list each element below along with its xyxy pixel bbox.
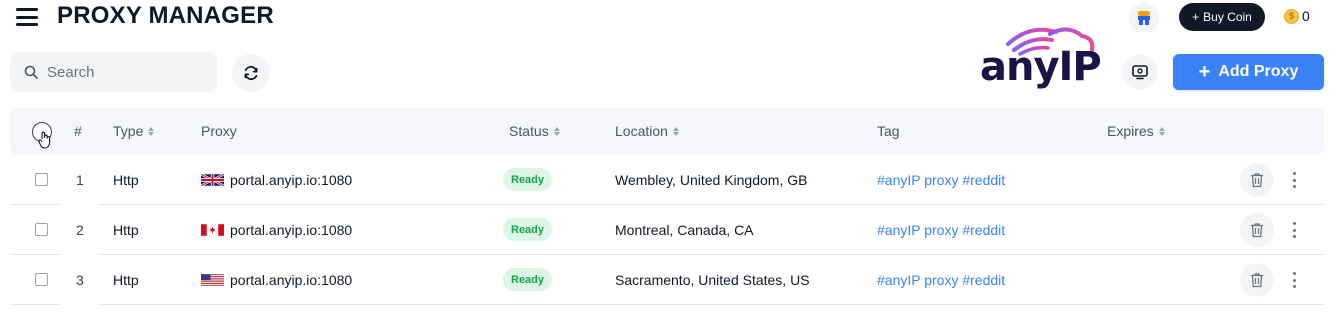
search-box[interactable] [10,52,217,92]
proxy-type: Http [113,172,139,188]
buy-coin-label: Buy Coin [1203,10,1252,24]
trash-icon [1251,273,1263,288]
sort-icon [553,126,560,136]
more-vertical-icon[interactable] [1290,170,1298,190]
sort-icon [672,126,679,136]
screen-button[interactable] [1122,54,1158,90]
us-flag-icon [201,274,224,286]
coin-count: 0 [1302,8,1310,24]
column-header-status[interactable]: Status [509,123,560,139]
delete-button[interactable] [1240,163,1274,197]
trash-icon [1251,223,1263,238]
proxy-address-cell: portal.anyip.io:1080 [201,272,352,288]
proxy-type: Http [113,272,139,288]
proxy-address: portal.anyip.io:1080 [230,222,353,238]
ca-flag-icon [201,224,224,236]
sort-icon [1158,126,1165,136]
column-header-type[interactable]: Type [113,123,155,139]
status-badge: Ready [503,268,553,291]
column-header-number: # [74,123,82,139]
row-divider [10,304,60,305]
search-input[interactable] [47,63,207,81]
row-checkbox[interactable] [35,173,48,186]
table-row[interactable]: 1 Http portal.anyip.io:1080 Ready Wembley, U… [10,155,1324,205]
add-proxy-button[interactable]: + Add Proxy [1173,54,1324,90]
proxy-tags[interactable]: #anyIP proxy #reddit [877,172,1005,188]
proxy-location: Wembley, United Kingdom, GB [615,172,808,188]
row-number: 2 [76,222,84,238]
table-row[interactable]: 2 Http portal.anyip.io:1080 Ready Montreal, … [10,205,1324,255]
buy-coin-button[interactable]: + Buy Coin [1179,3,1265,31]
column-header-location[interactable]: Location [615,123,679,139]
refresh-button[interactable] [232,54,270,92]
coin-icon: $ [1284,8,1299,24]
more-vertical-icon[interactable] [1290,220,1298,240]
row-checkbox[interactable] [35,273,48,286]
row-divider [98,304,1324,305]
screen-icon [1132,65,1148,80]
proxy-address-cell: portal.anyip.io:1080 [201,222,352,238]
column-header-expires[interactable]: Expires [1107,123,1165,139]
proxy-tags[interactable]: #anyIP proxy #reddit [877,222,1005,238]
column-header-tag: Tag [877,123,900,139]
page-title: PROXY MANAGER [57,2,274,29]
add-proxy-label: Add Proxy [1218,63,1299,80]
avatar-icon [1138,11,1150,25]
avatar[interactable] [1129,3,1159,33]
logo-text: anyIP [980,44,1102,90]
column-header-proxy: Proxy [201,123,237,139]
proxy-address: portal.anyip.io:1080 [230,272,353,288]
row-number: 3 [76,272,84,288]
refresh-icon [244,66,258,80]
row-checkbox[interactable] [35,223,48,236]
delete-button[interactable] [1240,213,1274,247]
more-vertical-icon[interactable] [1290,270,1298,290]
delete-button[interactable] [1240,263,1274,297]
table-header: # Type Proxy Status Location Tag Expires [10,108,1324,155]
proxy-type: Http [113,222,139,238]
menu-icon[interactable] [16,8,38,26]
status-badge: Ready [503,218,553,241]
proxy-location: Sacramento, United States, US [615,272,810,288]
sort-icon [148,126,155,136]
anyip-logo: anyIP [978,18,1102,94]
coin-balance: $ 0 [1284,8,1310,24]
proxy-address: portal.anyip.io:1080 [230,172,353,188]
row-number: 1 [76,172,84,188]
table-row[interactable]: 3 Http portal.anyip.io:1080 Ready Sacramento… [10,255,1324,305]
proxy-tags[interactable]: #anyIP proxy #reddit [877,272,1005,288]
hand-cursor-icon [38,131,51,149]
status-badge: Ready [503,168,553,191]
trash-icon [1251,173,1263,188]
proxy-location: Montreal, Canada, CA [615,222,754,238]
plus-icon: + [1192,10,1200,24]
gb-flag-icon [201,174,224,186]
plus-icon: + [1198,61,1211,83]
search-icon [24,65,38,79]
proxy-address-cell: portal.anyip.io:1080 [201,172,352,188]
